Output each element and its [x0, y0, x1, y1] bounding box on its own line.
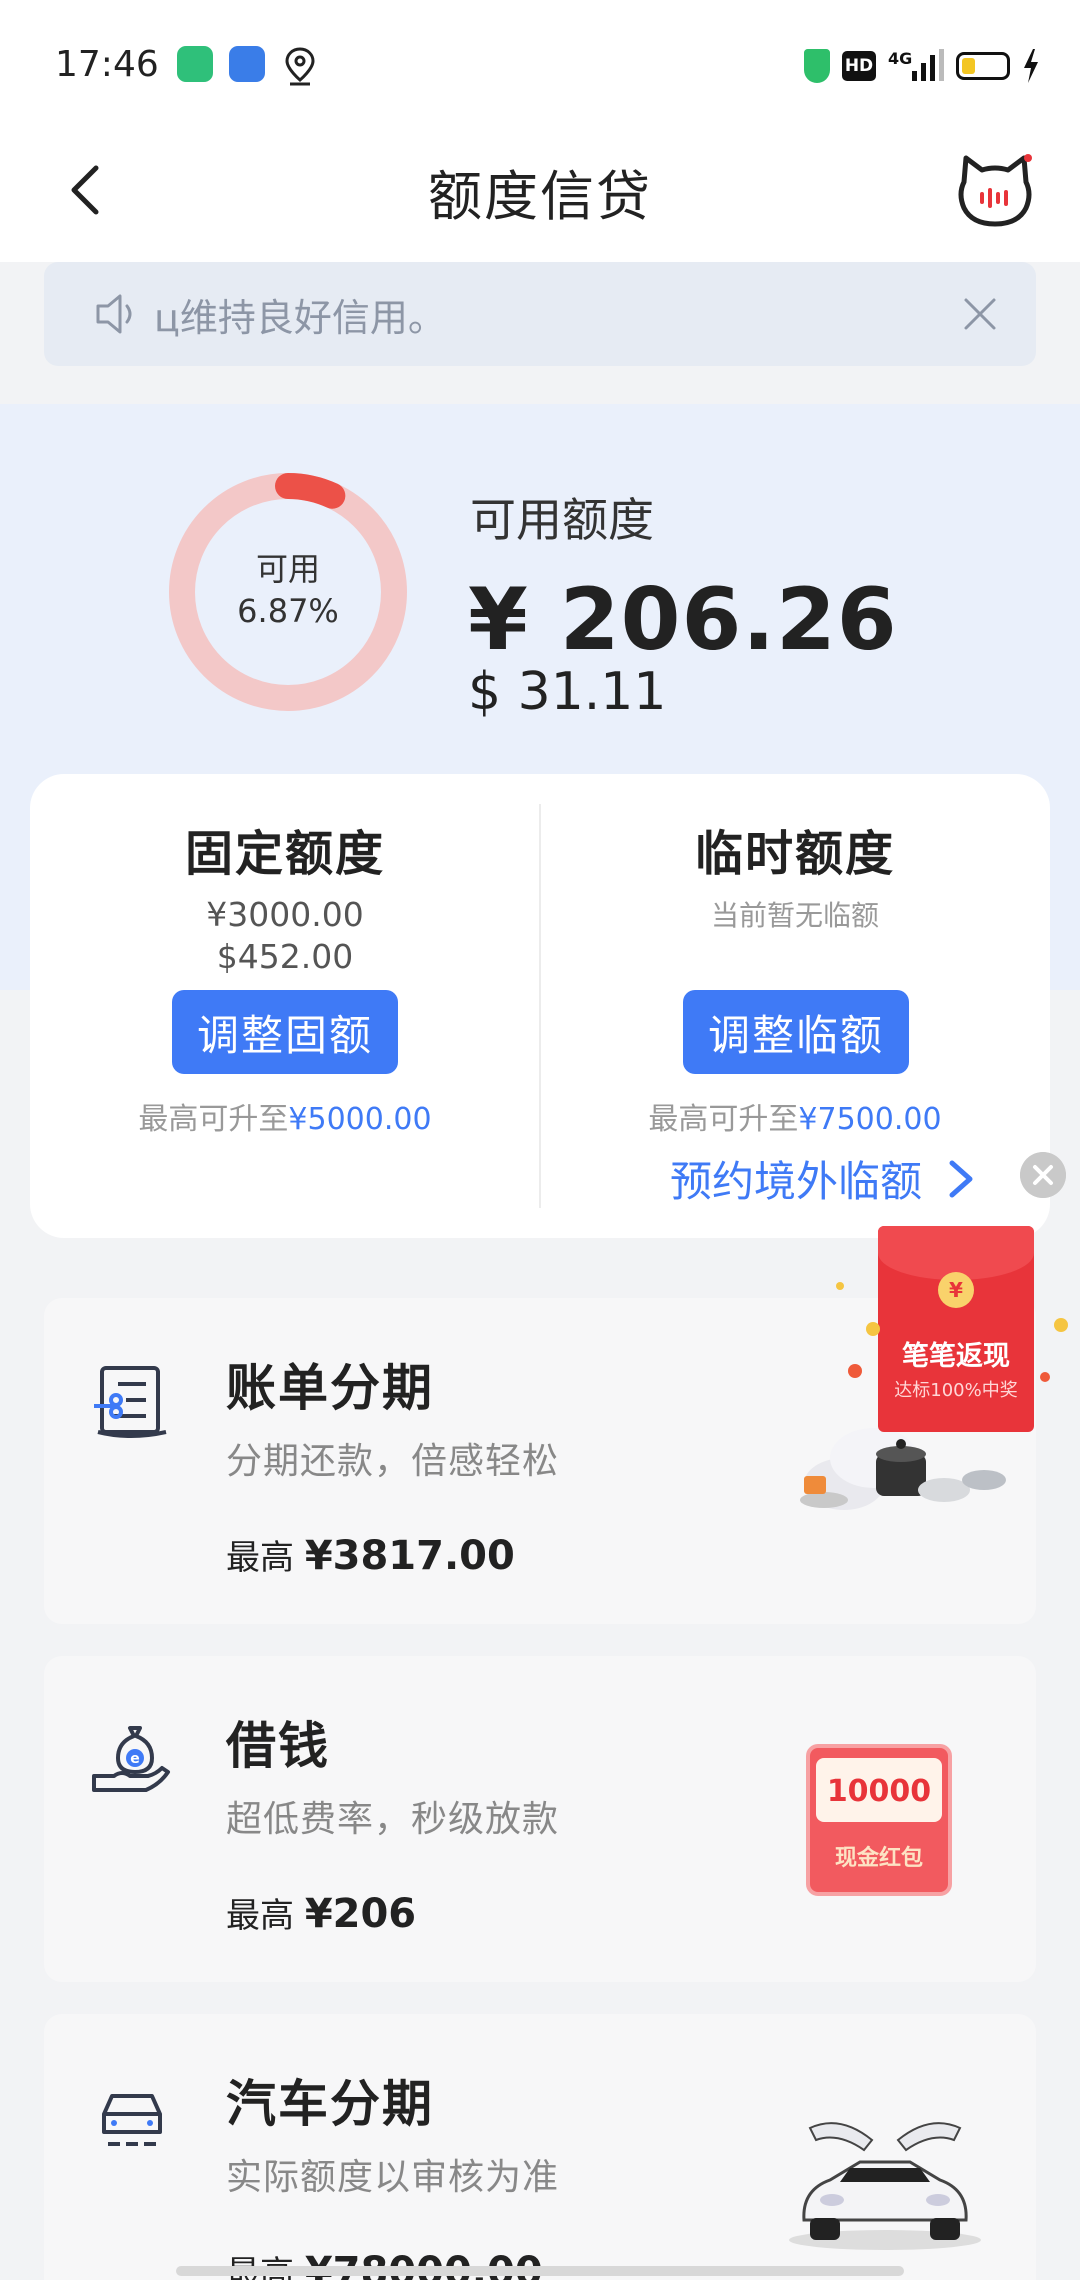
fixed-max-amount: ¥5000.00	[288, 1102, 432, 1137]
borrow-money-card[interactable]: e 借钱 超低费率，秒级放款 最高 ¥206 10000 现金红包	[44, 1656, 1036, 1982]
product-max-amount: ¥3817.00	[304, 1533, 515, 1579]
divider	[539, 804, 541, 1208]
hd-icon: HD	[842, 51, 876, 81]
confetti-dot	[836, 1282, 844, 1290]
header: 额度信贷	[0, 130, 1080, 262]
charging-icon	[1024, 49, 1038, 83]
overseas-limit-label: 预约境外临额	[670, 1157, 923, 1206]
signal-icon: 4G	[888, 49, 944, 83]
product-max: 最高 ¥206	[226, 1888, 416, 1937]
svg-text:e: e	[130, 1751, 140, 1767]
car-illustration	[789, 2122, 981, 2250]
fixed-limit-cny: ¥3000.00	[206, 895, 364, 934]
money-bag-hand-icon: e	[92, 1726, 170, 1792]
product-title: 账单分期	[226, 1359, 434, 1417]
home-indicator[interactable]	[176, 2266, 904, 2276]
fixed-limit-usd: $452.00	[216, 937, 354, 976]
security-shield-icon	[804, 49, 830, 83]
notice-text: ц维持良好信用。	[154, 295, 446, 340]
temporary-limit-note: 当前暂无临额	[710, 899, 879, 932]
close-icon[interactable]	[960, 294, 1000, 334]
confetti-dot	[866, 1322, 880, 1336]
confetti-dot	[1054, 1318, 1068, 1332]
temporary-limit-title: 临时额度	[694, 826, 895, 882]
product-max-amount: ¥206	[304, 1891, 417, 1937]
product-desc: 超低费率，秒级放款	[226, 1799, 560, 1840]
ring-label: 可用 6.87%	[166, 548, 410, 632]
limit-card: 固定额度 ¥3000.00 $452.00 临时额度 当前暂无临额 调整固额 调…	[30, 774, 1050, 1238]
badge-label: 现金红包	[834, 1846, 923, 1871]
coin-icon: ¥	[938, 1272, 974, 1308]
product-max-prefix: 最高	[226, 1896, 305, 1936]
adjust-temporary-limit-button[interactable]: 调整临额	[683, 990, 909, 1074]
promo-title: 笔笔返现	[902, 1341, 1010, 1372]
bill-installment-icon	[94, 1366, 167, 1438]
fixed-limit-section: 固定额度 ¥3000.00 $452.00	[40, 814, 530, 978]
cat-assistant-icon[interactable]	[952, 148, 1038, 234]
notification-chat-icon	[229, 46, 265, 82]
notification-app-icon	[177, 46, 213, 82]
badge-amount: 10000	[826, 1774, 932, 1809]
product-title: 借钱	[226, 1717, 330, 1775]
notice-banner[interactable]: ц维持良好信用。	[44, 262, 1036, 366]
confetti-dot	[1040, 1372, 1050, 1382]
adjust-fixed-limit-button[interactable]: 调整固额	[172, 990, 398, 1074]
overseas-limit-link[interactable]: 预约境外临额	[670, 1148, 976, 1209]
product-max-prefix: 最高	[226, 1538, 305, 1578]
ring-label-percent: 6.87%	[237, 592, 339, 630]
cash-red-packet-badge: 10000 现金红包	[806, 1744, 952, 1896]
car-installment-card[interactable]: 汽车分期 实际额度以审核为准 最高 ¥78000.00	[44, 2014, 1036, 2280]
product-desc: 实际额度以审核为准	[226, 2157, 560, 2198]
available-credit-title: 可用额度	[470, 493, 654, 547]
speaker-icon	[96, 294, 132, 334]
cashback-red-packet[interactable]: ¥ 笔笔返现 达标100%中奖	[878, 1226, 1034, 1432]
temporary-max-line: 最高可升至¥7500.00	[550, 1094, 1040, 1138]
chevron-right-icon	[949, 1160, 973, 1197]
temporary-max-amount: ¥7500.00	[798, 1102, 942, 1137]
temporary-limit-section: 临时额度 当前暂无临额	[550, 814, 1040, 934]
page-title: 额度信贷	[428, 165, 652, 228]
product-title: 汽车分期	[226, 2075, 434, 2133]
product-desc: 分期还款，倍感轻松	[226, 1441, 560, 1482]
location-icon	[285, 47, 315, 86]
promo-close-icon[interactable]	[1020, 1152, 1066, 1198]
fixed-limit-title: 固定额度	[184, 826, 385, 882]
battery-icon	[956, 52, 1010, 80]
network-type: 4G	[888, 49, 913, 68]
confetti-dot	[848, 1364, 862, 1378]
status-time: 17:46	[55, 44, 159, 85]
available-credit-usd: $ 31.11	[468, 662, 667, 722]
fixed-max-line: 最高可升至¥5000.00	[40, 1094, 530, 1138]
product-max: 最高 ¥3817.00	[226, 1530, 515, 1579]
available-credit-cny: ¥ 206.26	[468, 570, 898, 670]
ring-label-title: 可用	[255, 550, 320, 588]
notice-area: ц维持良好信用。	[0, 262, 1080, 404]
status-bar: 17:46 HD 4G	[0, 0, 1080, 130]
promo-subtitle: 达标100%中奖	[894, 1380, 1018, 1401]
temporary-max-prefix: 最高可升至	[648, 1102, 799, 1137]
car-icon	[102, 2094, 162, 2146]
fixed-max-prefix: 最高可升至	[138, 1102, 289, 1137]
